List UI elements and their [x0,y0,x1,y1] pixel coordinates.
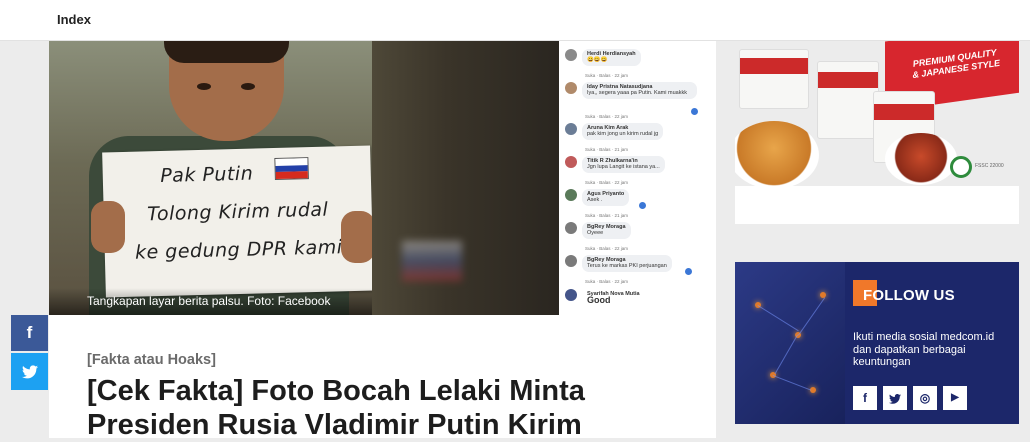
left-hand [91,201,125,253]
blurred-background [372,41,559,315]
headline-line-2: Presiden Rusia Vladimir Putin Kirim [87,409,582,441]
article-category[interactable]: [Fakta atau Hoaks] [87,352,216,368]
comment-text: Asek . [587,197,603,203]
comment-text: Iya,, segera yaaa pa Putin. Kami muakkk [587,90,687,96]
top-navigation-bar: Index [0,0,1030,41]
share-facebook-button[interactable]: f [11,315,48,351]
product-package [739,49,809,109]
comment-meta: Suka · Balas · 21 jam [585,147,629,152]
blurred-flag [402,241,462,281]
facebook-icon: f [26,323,33,342]
follow-twitter-button[interactable] [883,386,907,410]
sign-line-3: ke gedung DPR kami [134,236,343,264]
follow-us-title: FOLLOW US [863,287,955,304]
article-column: Pak Putin Tolong Kirim rudal ke gedung D… [49,41,716,441]
avatar [565,189,577,201]
network-graphic [735,262,845,424]
fried-chicken-plate [735,121,819,186]
twitter-icon [889,393,901,404]
product-package [817,61,879,139]
index-link[interactable]: Index [57,12,91,27]
instagram-icon: ◎ [919,391,931,405]
avatar [565,255,577,267]
sauce-chicken-plate [885,133,957,185]
follow-us-widget: FOLLOW US Ikuti media sosial medcom.id d… [735,262,1019,424]
avatar [565,123,577,135]
comment-meta: Suka · Balas · 22 jam [585,180,629,185]
follow-facebook-button[interactable]: f [853,386,877,410]
youtube-icon: ▶ [951,392,959,403]
comment-text: Jgn lupa Langit ke istana ya... [587,164,660,170]
avatar [565,82,577,94]
comment-meta: Suka · Balas · 22 jam [585,114,629,119]
right-hand [341,211,375,263]
like-reaction-icon [685,268,692,275]
comment-meta: Suka · Balas · 21 jam [585,213,629,218]
avatar [565,222,577,234]
follow-instagram-button[interactable]: ◎ [913,386,937,410]
follow-us-description: Ikuti media sosial medcom.id dan dapatka… [853,331,995,368]
like-reaction-icon [639,202,646,209]
certification-badge-icon [950,156,972,178]
comment-text: pak kim jong un kirim rudal jg [587,131,659,137]
sign-line-1: Pak Putin [160,162,254,188]
share-twitter-button[interactable] [11,353,48,390]
image-caption: Tangkapan layar berita palsu. Foto: Face… [49,288,372,315]
sign-line-2: Tolong Kirim rudal [146,198,329,226]
facebook-comments-screenshot: Herdi Herdiansyah 😀😀😀 Suka · Balas · 22 … [559,41,716,315]
child-eye-left [197,83,211,90]
headline-line-1: [Cek Fakta] Foto Bocah Lelaki Minta [87,375,585,407]
child-eye-right [241,83,255,90]
ad-image: PREMIUM QUALITY & JAPANESE STYLE FSSC 22… [735,41,1019,186]
comment-text: 😀😀😀 [587,57,608,63]
twitter-icon [21,365,38,379]
advertisement-banner[interactable]: PREMIUM QUALITY & JAPANESE STYLE FSSC 22… [735,41,1019,224]
caption-text: Tangkapan layar berita palsu. Foto: Face… [87,294,331,308]
handwritten-sign: Pak Putin Tolong Kirim rudal ke gedung D… [102,145,374,298]
comment-text: Terus ke markas PKI perjuangan [587,263,667,269]
comment-meta: Suka · Balas · 22 jam [585,246,629,251]
comment-text: Oyeee [587,230,604,236]
avatar [565,156,577,168]
follow-youtube-button[interactable]: ▶ [943,386,967,410]
comment-text: Good [587,295,611,305]
boy-photo: Pak Putin Tolong Kirim rudal ke gedung D… [49,41,375,315]
child-hair [164,41,289,63]
comment-meta: Suka · Balas · 22 jam [585,73,629,78]
like-reaction-icon [691,108,698,115]
avatar [565,49,577,61]
article-headline: [Cek Fakta] Foto Bocah Lelaki Minta Pres… [87,374,687,442]
hero-image: Pak Putin Tolong Kirim rudal ke gedung D… [49,41,716,315]
facebook-icon: f [863,391,867,405]
avatar [565,289,577,301]
comment-meta: Suka · Balas · 22 jam [585,279,629,284]
fssc-label: FSSC 22000 [975,163,1004,169]
